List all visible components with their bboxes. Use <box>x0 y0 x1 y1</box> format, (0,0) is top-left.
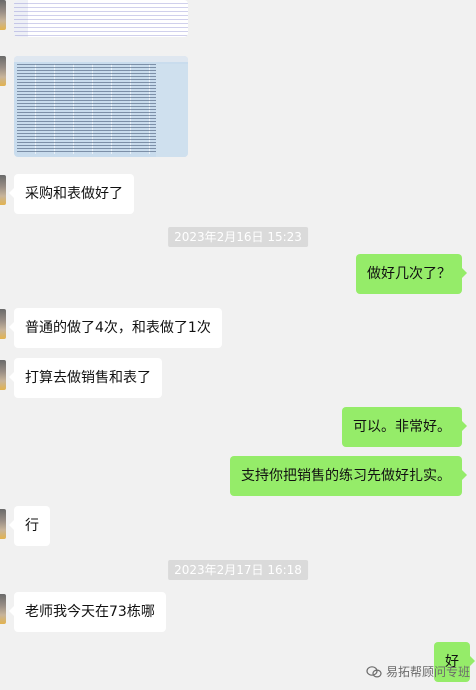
message-bubble[interactable]: 打算去做销售和表了 <box>9 358 162 398</box>
message-text: 行 <box>25 518 39 534</box>
timestamp: 2023年2月16日 15:23 <box>168 227 308 247</box>
message-bubble-sent[interactable]: 做好几次了？ <box>356 254 467 294</box>
timestamp: 2023年2月17日 16:18 <box>168 560 308 580</box>
message-bubble-sent[interactable]: 可以。非常好。 <box>342 407 467 447</box>
message-bubble[interactable]: 老师我今天在73栋哪 <box>9 592 166 632</box>
message-text: 采购和表做好了 <box>25 186 123 202</box>
table-side-panel <box>156 64 188 157</box>
avatar[interactable] <box>0 56 6 86</box>
image-thumbnail-code[interactable] <box>14 0 188 37</box>
message-bubble[interactable]: 行 <box>9 506 50 546</box>
avatar[interactable] <box>0 509 6 539</box>
message-bubble[interactable]: 普通的做了4次，和表做了1次 <box>9 308 222 348</box>
avatar[interactable] <box>0 175 6 205</box>
message-text: 做好几次了？ <box>367 266 451 282</box>
message-text: 老师我今天在73栋哪 <box>25 604 155 620</box>
watermark-text: 易拓帮顾问专班 <box>385 665 470 679</box>
message-text: 可以。非常好。 <box>353 419 451 435</box>
avatar[interactable] <box>0 594 6 624</box>
avatar[interactable] <box>0 0 6 30</box>
table-header-strip <box>14 56 188 62</box>
watermark: 易拓帮顾问专班 <box>366 663 470 680</box>
message-text: 支持你把销售的练习先做好扎实。 <box>241 468 451 484</box>
avatar[interactable] <box>0 360 6 390</box>
message-text: 打算去做销售和表了 <box>25 370 151 386</box>
message-bubble-sent[interactable]: 支持你把销售的练习先做好扎实。 <box>230 456 467 496</box>
wechat-channel-icon <box>366 665 382 678</box>
message-text: 普通的做了4次，和表做了1次 <box>25 320 211 336</box>
message-bubble[interactable]: 采购和表做好了 <box>9 174 134 214</box>
image-thumbnail-table[interactable] <box>14 56 188 157</box>
avatar[interactable] <box>0 309 6 339</box>
code-lines <box>14 0 188 37</box>
